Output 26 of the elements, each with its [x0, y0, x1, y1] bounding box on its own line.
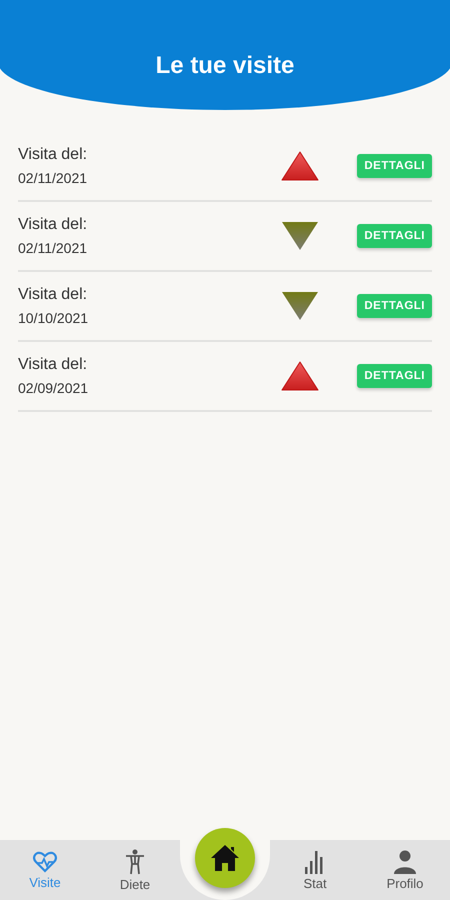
up-triangle-icon — [281, 151, 320, 181]
down-triangle-icon — [281, 221, 320, 251]
nav-tab[interactable]: Diete — [90, 840, 180, 900]
details-button[interactable]: DETTAGLI — [357, 154, 432, 178]
nav-tab[interactable]: Stat — [270, 840, 360, 900]
visit-label: Visita del: — [18, 286, 88, 304]
nav-tab[interactable]: Visite — [0, 840, 90, 900]
down-triangle-icon — [281, 291, 320, 321]
home-icon — [210, 844, 240, 872]
details-button[interactable]: DETTAGLI — [357, 224, 432, 248]
visit-label: Visita del: — [18, 146, 88, 164]
nav-tab[interactable]: Profilo — [360, 840, 450, 900]
home-button[interactable] — [195, 828, 255, 888]
details-button[interactable]: DETTAGLI — [357, 294, 432, 318]
visit-date: 10/10/2021 — [18, 310, 90, 326]
visit-label: Visita del: — [18, 216, 88, 234]
page-title: Le tue visite — [156, 52, 294, 80]
visit-date: 02/09/2021 — [18, 380, 90, 396]
visit-label: Visita del: — [18, 356, 88, 374]
body-icon — [124, 848, 146, 874]
visit-date: 02/11/2021 — [18, 240, 88, 256]
details-button[interactable]: DETTAGLI — [357, 364, 432, 388]
up-triangle-icon — [281, 361, 320, 391]
person-icon — [394, 850, 416, 874]
visit-date: 02/11/2021 — [18, 170, 88, 186]
heart-icon — [33, 850, 57, 872]
